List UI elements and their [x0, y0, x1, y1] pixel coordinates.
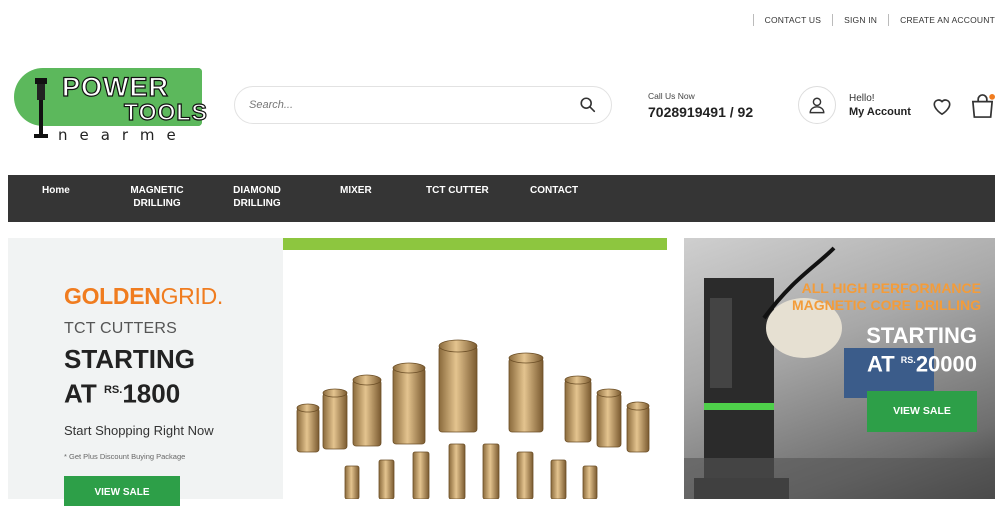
my-account-link[interactable]: My Account [849, 106, 911, 118]
view-sale-button[interactable]: VIEW SALE [867, 391, 977, 432]
price: 20000 [915, 351, 977, 377]
nav-home[interactable]: Home [42, 175, 70, 197]
search-input[interactable] [249, 99, 579, 111]
headline-line1: ALL HIGH PERFORMANCE [801, 280, 981, 296]
account-button[interactable] [798, 86, 836, 124]
divider [888, 14, 890, 26]
brand-title: GOLDENGRID. [64, 285, 223, 308]
currency: RS. [103, 384, 123, 396]
headline-text: ALL HIGH PERFORMANCE MAGNETIC CORE DRILL… [792, 280, 981, 314]
cart-bag-icon[interactable] [970, 93, 995, 119]
contact-us-link[interactable]: CONTACT US [765, 15, 821, 25]
divider [832, 14, 834, 26]
at-text: AT [866, 351, 895, 377]
headline-line2: MAGNETIC CORE DRILLING [792, 297, 981, 313]
at-text: AT [64, 378, 97, 409]
starting-text: STARTING [64, 344, 195, 374]
logo-text-nearme: nearme [58, 126, 188, 144]
phone-number[interactable]: 7028919491 / 92 [648, 104, 753, 120]
price-line: AT RS.1800 [64, 375, 195, 410]
brand-light: GRID. [160, 283, 224, 309]
logo-text-tools: TOOLS [123, 99, 208, 125]
product-subtitle: TCT CUTTERS [64, 320, 178, 337]
cutters-illustration [296, 339, 650, 499]
create-account-link[interactable]: CREATE AN ACCOUNT [900, 15, 995, 25]
search-bar [234, 86, 612, 124]
call-us: Call Us Now 7028919491 / 92 [648, 91, 753, 120]
greeting: Hello! [849, 93, 875, 104]
discount-note: * Get Plus Discount Buying Package [64, 452, 186, 461]
cta-text: Start Shopping Right Now [64, 423, 214, 438]
divider [752, 14, 754, 26]
tct-cutters-image[interactable] [283, 238, 667, 499]
drill-icon [34, 78, 48, 138]
accent-bar [283, 238, 667, 250]
nav-magnetic-drilling[interactable]: MAGNETIC DRILLING [128, 175, 186, 210]
nav-diamond-drilling[interactable]: DIAMOND DRILLING [228, 175, 286, 210]
nav-tct-cutter[interactable]: TCT CUTTER [426, 175, 489, 197]
main-nav: Home MAGNETIC DRILLING DIAMOND DRILLING … [8, 175, 995, 222]
goldengrid-banner: GOLDENGRID. TCT CUTTERS STARTING AT RS.1… [8, 238, 284, 506]
view-sale-button[interactable]: VIEW SALE [64, 476, 180, 506]
account-text[interactable]: Hello! My Account [849, 93, 911, 118]
price-line: AT RS.20000 [866, 348, 977, 376]
user-icon [809, 97, 825, 114]
wishlist-heart-icon[interactable] [931, 96, 953, 116]
price-headline: STARTING AT RS.20000 [866, 324, 977, 376]
sign-in-link[interactable]: SIGN IN [844, 15, 877, 25]
starting-text: STARTING [866, 323, 977, 348]
nav-mixer[interactable]: MIXER [340, 175, 372, 197]
brand-bold: GOLDEN [64, 283, 161, 309]
magnetic-drilling-banner: ALL HIGH PERFORMANCE MAGNETIC CORE DRILL… [684, 238, 995, 499]
price-headline: STARTING AT RS.1800 [64, 344, 195, 410]
price: 1800 [122, 378, 181, 409]
call-label: Call Us Now [648, 91, 695, 101]
nav-contact[interactable]: CONTACT [530, 175, 578, 197]
site-logo[interactable]: POWER TOOLS nearme [14, 68, 207, 146]
currency: RS. [900, 355, 916, 365]
search-icon[interactable] [579, 96, 597, 114]
top-links: CONTACT US SIGN IN CREATE AN ACCOUNT [742, 13, 995, 27]
logo-text-power: POWER [61, 72, 170, 102]
